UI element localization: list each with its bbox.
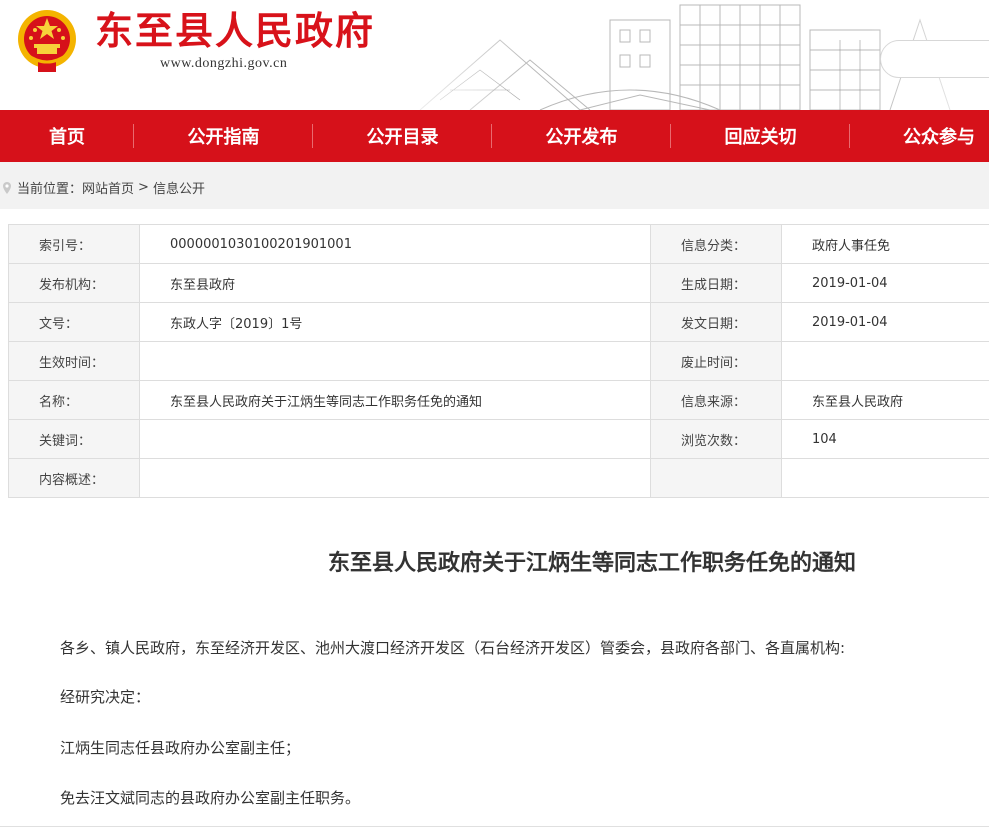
info-value: 东至县人民政府 — [781, 380, 989, 420]
nav-item-home[interactable]: 首页 — [0, 110, 134, 162]
info-value — [781, 458, 989, 498]
location-pin-icon — [3, 181, 11, 194]
table-row: 内容概述： — [8, 458, 989, 498]
info-key: 索引号： — [8, 224, 140, 264]
nav-label: 回应关切 — [724, 127, 797, 148]
breadcrumb-home-link[interactable]: 网站首页 — [82, 178, 134, 197]
info-value: 104 — [781, 419, 989, 459]
article-paragraph: 江炳生同志任县政府办公室副主任； — [60, 739, 301, 757]
article-paragraph: 经研究决定： — [60, 688, 151, 706]
national-emblem-icon — [18, 10, 76, 72]
info-value: 0000001030100201901001 — [139, 224, 651, 264]
article-paragraph: 免去汪文斌同志的县政府办公室副主任职务。 — [60, 789, 361, 807]
main-nav: 首页 公开指南 公开目录 公开发布 回应关切 公众参与 — [0, 110, 989, 162]
info-key: 废止时间： — [650, 341, 782, 381]
info-key — [650, 458, 782, 498]
info-key: 内容概述： — [8, 458, 140, 498]
info-value: 2019-01-04 — [781, 302, 989, 342]
breadcrumb: 当前位置： 网站首页 > 信息公开 — [0, 178, 205, 197]
breadcrumb-current-link[interactable]: 信息公开 — [153, 178, 205, 197]
info-key: 名称： — [8, 380, 140, 420]
nav-item-guide[interactable]: 公开指南 — [134, 110, 313, 162]
info-value — [139, 419, 651, 459]
breadcrumb-bar: 当前位置： 网站首页 > 信息公开 — [0, 162, 989, 209]
table-row: 名称： 东至县人民政府关于江炳生等同志工作职务任免的通知 信息来源： 东至县人民… — [8, 380, 989, 420]
info-key: 浏览次数： — [650, 419, 782, 459]
nav-label: 公开指南 — [187, 127, 260, 148]
info-value: 东政人字〔2019〕1号 — [139, 302, 651, 342]
article-title: 东至县人民政府关于江炳生等同志工作职务任免的通知 — [327, 551, 856, 576]
nav-label: 首页 — [49, 127, 85, 148]
info-key: 发文日期： — [650, 302, 782, 342]
document-info-table: 索引号： 0000001030100201901001 信息分类： 政府人事任免… — [8, 224, 989, 498]
info-key: 生效时间： — [8, 341, 140, 381]
info-value: 2019-01-04 — [781, 263, 989, 303]
info-key: 发布机构： — [8, 263, 140, 303]
info-key: 生成日期： — [650, 263, 782, 303]
nav-label: 公开目录 — [366, 127, 439, 148]
site-url: www.dongzhi.gov.cn — [160, 56, 288, 71]
table-row: 发布机构： 东至县政府 生成日期： 2019-01-04 — [8, 263, 989, 303]
info-value: 东至县人民政府关于江炳生等同志工作职务任免的通知 — [139, 380, 651, 420]
info-value: 政府人事任免 — [781, 224, 989, 264]
table-row: 关键词： 浏览次数： 104 — [8, 419, 989, 459]
table-row: 文号： 东政人字〔2019〕1号 发文日期： 2019-01-04 — [8, 302, 989, 342]
divider — [0, 826, 989, 827]
info-key: 信息分类： — [650, 224, 782, 264]
search-input[interactable] — [880, 40, 989, 78]
nav-item-participation[interactable]: 公众参与 — [850, 110, 989, 162]
info-key: 信息来源： — [650, 380, 782, 420]
breadcrumb-prefix: 当前位置： — [17, 182, 83, 197]
nav-item-response[interactable]: 回应关切 — [671, 110, 850, 162]
breadcrumb-separator: > — [138, 180, 149, 195]
info-key: 关键词： — [8, 419, 140, 459]
site-title[interactable]: 东至县人民政府 — [95, 6, 375, 56]
nav-label: 公开发布 — [545, 127, 618, 148]
table-row: 索引号： 0000001030100201901001 信息分类： 政府人事任免 — [8, 224, 989, 264]
table-row: 生效时间： 废止时间： — [8, 341, 989, 381]
site-header: 东至县人民政府 www.dongzhi.gov.cn — [0, 0, 989, 110]
info-key: 文号： — [8, 302, 140, 342]
nav-item-catalog[interactable]: 公开目录 — [313, 110, 492, 162]
info-value — [139, 341, 651, 381]
info-value: 东至县政府 — [139, 263, 651, 303]
info-value — [781, 341, 989, 381]
info-value — [139, 458, 651, 498]
nav-item-publish[interactable]: 公开发布 — [492, 110, 671, 162]
nav-label: 公众参与 — [903, 127, 975, 148]
article-paragraph: 各乡、镇人民政府，东至经济开发区、池州大渡口经济开发区（石台经济开发区）管委会，… — [60, 639, 846, 657]
